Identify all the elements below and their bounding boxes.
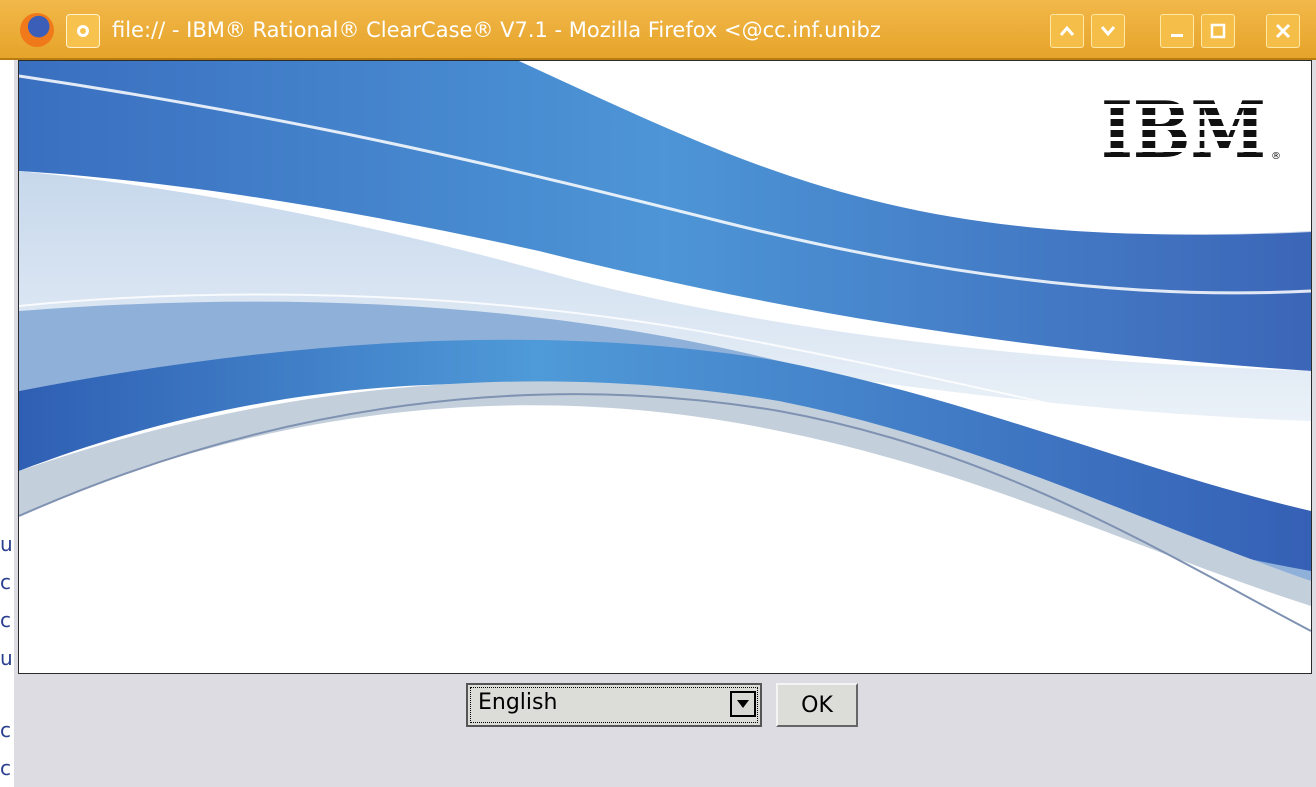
chevron-down-icon xyxy=(1100,26,1116,37)
window-titlebar[interactable]: file:// - IBM® Rational® ClearCase® V7.1… xyxy=(0,0,1316,60)
language-select[interactable]: English xyxy=(466,683,762,727)
svg-text:IBM: IBM xyxy=(1101,97,1266,167)
minimize-icon xyxy=(1171,34,1183,37)
minimize-button[interactable] xyxy=(1160,14,1194,48)
language-select-value: English xyxy=(478,690,558,715)
background-text-fragment: u xyxy=(0,646,13,670)
splash-dialog: IBM ® English OK xyxy=(14,60,1316,787)
maximize-icon xyxy=(1210,23,1226,39)
window-menu-icon[interactable] xyxy=(66,14,100,48)
firefox-icon[interactable] xyxy=(20,13,54,47)
maximize-button[interactable] xyxy=(1201,14,1235,48)
ok-button[interactable]: OK xyxy=(776,683,858,727)
dropdown-arrow-icon[interactable] xyxy=(730,691,756,717)
ibm-logo-graphic: IBM ® xyxy=(1101,85,1281,176)
close-button[interactable] xyxy=(1266,14,1300,48)
scroll-up-button[interactable] xyxy=(1050,14,1084,48)
ibm-logo: IBM ® xyxy=(1101,85,1281,176)
background-text-fragment: c xyxy=(0,608,11,632)
chevron-up-icon xyxy=(1059,25,1075,36)
svg-text:®: ® xyxy=(1271,151,1281,162)
background-text-fragment: c xyxy=(0,718,11,742)
background-text-fragment: u xyxy=(0,532,13,556)
triangle-down-icon xyxy=(737,700,749,708)
scroll-down-button[interactable] xyxy=(1091,14,1125,48)
splash-image: IBM ® xyxy=(18,60,1312,674)
window-title: file:// - IBM® Rational® ClearCase® V7.1… xyxy=(112,18,881,42)
background-text-fragment: c xyxy=(0,570,11,594)
close-icon xyxy=(1275,23,1291,39)
background-text-fragment: c xyxy=(0,756,11,780)
